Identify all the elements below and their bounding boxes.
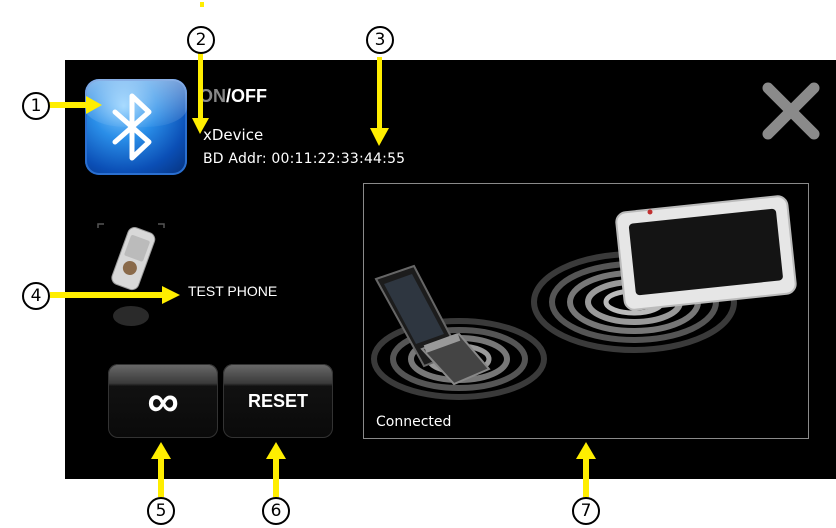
callout-3: 3 (366, 26, 394, 54)
callout-4: 4 (22, 282, 50, 310)
annotation-arrows (48, 2, 596, 497)
callout-1: 1 (22, 92, 50, 120)
callout-6: 6 (262, 497, 290, 525)
callout-5: 5 (147, 497, 175, 525)
callout-2: 2 (187, 26, 215, 54)
callout-7: 7 (572, 497, 600, 525)
